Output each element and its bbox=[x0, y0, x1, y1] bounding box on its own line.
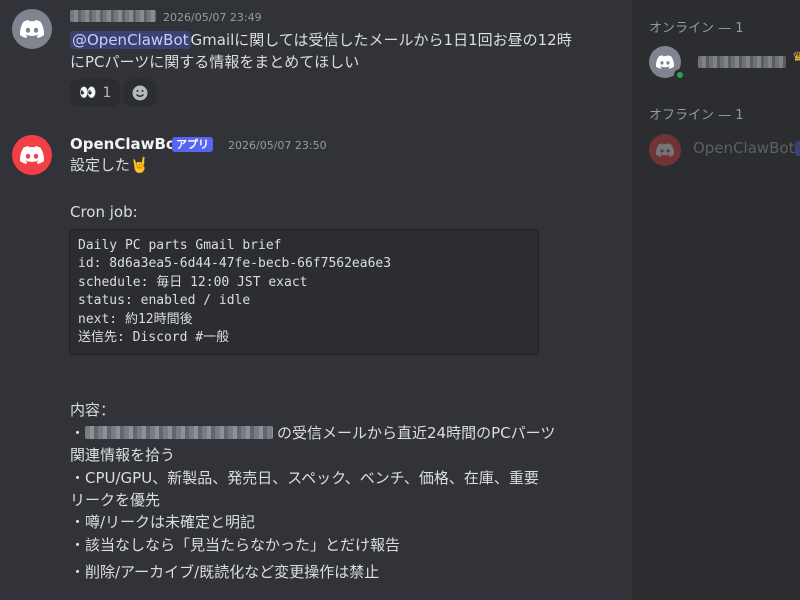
member-online-item[interactable]: ♛ bbox=[640, 40, 800, 84]
bot-author-name[interactable]: OpenClawBot bbox=[70, 135, 183, 153]
app-badge-icon bbox=[795, 141, 800, 156]
bullet-3: ・噂/リークは未確定と明記 bbox=[70, 513, 256, 531]
message-timestamp: 2026/05/07 23:50 bbox=[228, 139, 327, 152]
content-heading: 内容： bbox=[70, 401, 116, 419]
app-badge: アプリ bbox=[172, 137, 213, 152]
email-address-redacted bbox=[85, 426, 274, 439]
member-avatar bbox=[649, 134, 681, 166]
bullet-prefix: ・ bbox=[70, 424, 86, 442]
offline-section-header: オフライン — 1 bbox=[649, 108, 744, 123]
bullet-1-text: の受信メールから直近24時間のPCパーツ bbox=[277, 424, 556, 442]
bullet-5: ・削除/アーカイブ/既読化など変更操作は禁止 bbox=[70, 563, 380, 581]
code-block: Daily PC parts Gmail brief id: 8d6a3ea5-… bbox=[69, 229, 539, 355]
chat-area: 2026/05/07 23:49 @OpenClawBot Gmailに関しては受… bbox=[0, 0, 632, 600]
bullet-1-line2: 関連情報を拾う bbox=[70, 446, 176, 464]
member-name-redacted bbox=[698, 56, 786, 68]
code-line: Daily PC parts Gmail brief bbox=[78, 238, 282, 253]
bullet-1-line1: ・ の受信メールから直近24時間のPCパーツ bbox=[70, 422, 555, 444]
member-offline-item[interactable]: OpenClawBot bbox=[640, 128, 800, 172]
member-name: OpenClawBot bbox=[693, 139, 795, 157]
discord-logo-icon bbox=[656, 55, 674, 69]
online-status-icon bbox=[674, 69, 686, 81]
bot-line-set: 設定した🤘 bbox=[70, 156, 149, 174]
bot-line-cron: Cron job: bbox=[70, 203, 138, 221]
discord-logo-icon bbox=[20, 146, 44, 164]
code-line: 送信先: Discord #一般 bbox=[78, 330, 230, 346]
code-line: next: 約12時間後 bbox=[78, 311, 193, 327]
discord-logo-icon bbox=[656, 143, 674, 157]
bullet-2-line1: ・CPU/GPU、新製品、発売日、スペック、ベンチ、価格、在庫、重要 bbox=[70, 469, 539, 487]
member-list: オンライン — 1 ♛ オフライン — 1 OpenClawBot bbox=[632, 0, 800, 600]
bullet-2-line2: リークを優先 bbox=[70, 491, 161, 509]
online-section-header: オンライン — 1 bbox=[649, 21, 744, 36]
crown-icon: ♛ bbox=[792, 50, 800, 65]
bot-avatar[interactable] bbox=[12, 135, 52, 175]
bullet-4: ・該当なしなら「見当たらなかった」とだけ報告 bbox=[70, 536, 401, 554]
message-bot: OpenClawBot アプリ 2026/05/07 23:50 設定した🤘 C… bbox=[0, 0, 632, 600]
code-line: status: enabled / idle bbox=[78, 293, 251, 309]
code-line: id: 8d6a3ea5-6d44-47fe-becb-66f7562ea6e3 bbox=[78, 256, 392, 272]
code-line: schedule: 毎日 12:00 JST exact bbox=[78, 274, 308, 290]
